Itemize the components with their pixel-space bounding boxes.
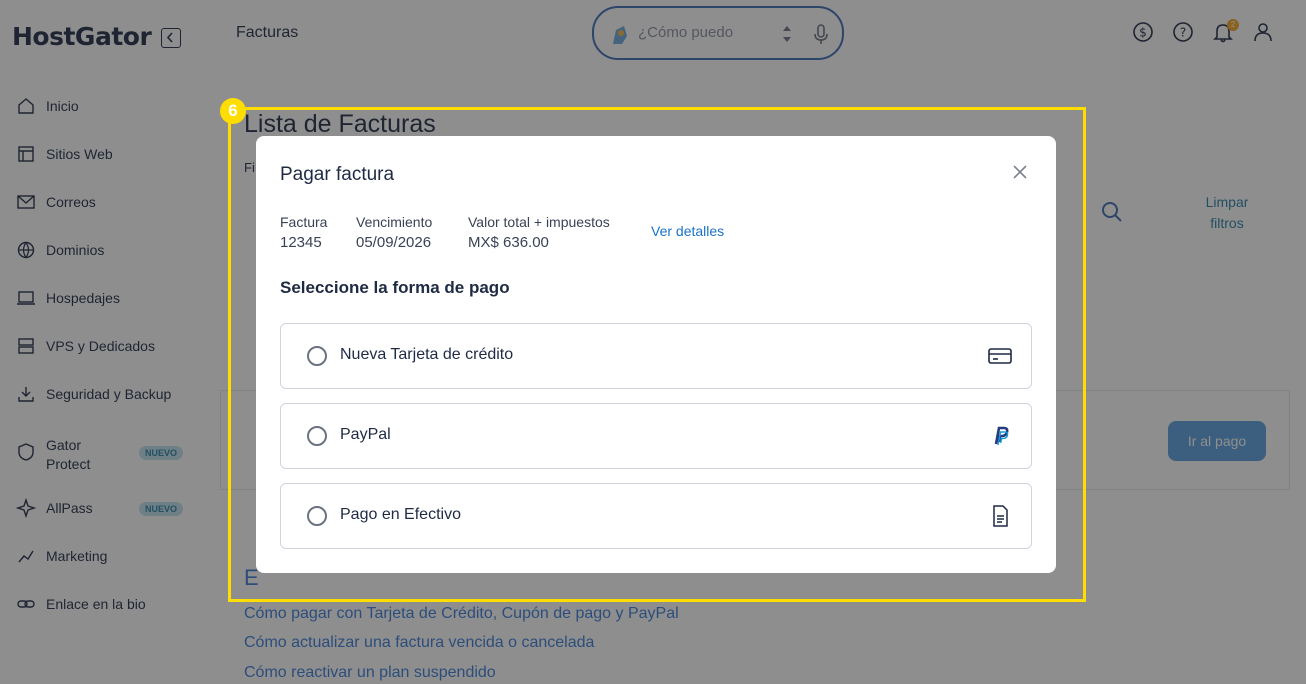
invoice-number-value: 12345 [280, 234, 322, 251]
document-icon [993, 505, 1008, 527]
credit-card-icon [988, 348, 1012, 364]
paypal-icon [994, 426, 1009, 446]
due-date-field: Vencimiento 05/09/2026 [356, 214, 432, 251]
view-details-link[interactable]: Ver detalles [651, 223, 724, 239]
payment-option-label: Nueva Tarjeta de crédito [340, 346, 514, 363]
payment-option-label: Pago en Efectivo [340, 506, 461, 523]
payment-option-cash[interactable]: Pago en Efectivo [280, 483, 1032, 549]
due-date-value: 05/09/2026 [356, 234, 432, 251]
payment-option-paypal[interactable]: PayPal [280, 403, 1032, 469]
total-value: MX$ 636.00 [468, 234, 549, 251]
invoice-number-label: Factura [280, 214, 328, 230]
close-icon[interactable] [1012, 164, 1028, 180]
due-date-label: Vencimiento [356, 214, 433, 230]
pay-invoice-modal: Pagar factura Factura 12345 Vencimiento … [256, 136, 1056, 573]
radio-button[interactable] [307, 506, 327, 526]
payment-option-label: PayPal [340, 426, 391, 443]
payment-method-heading: Seleccione la forma de pago [280, 278, 510, 297]
payment-option-credit-card[interactable]: Nueva Tarjeta de crédito [280, 323, 1032, 389]
modal-title: Pagar factura [280, 164, 395, 185]
total-field: Valor total + impuestos MX$ 636.00 [468, 214, 610, 251]
radio-button[interactable] [307, 426, 327, 446]
step-number-badge: 6 [220, 98, 246, 124]
total-label: Valor total + impuestos [468, 214, 610, 230]
invoice-number-field: Factura 12345 [280, 214, 327, 251]
radio-button[interactable] [307, 346, 327, 366]
